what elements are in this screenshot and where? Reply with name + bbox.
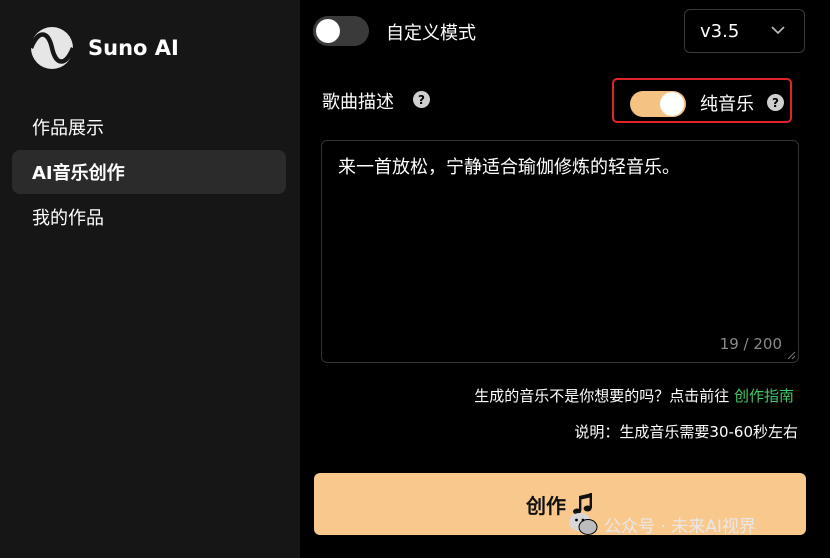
svg-text:?: ?: [418, 93, 425, 107]
char-counter: 19 / 200: [719, 335, 782, 353]
pure-music-highlight: 纯音乐 ?: [612, 78, 792, 123]
version-select[interactable]: v3.5: [684, 9, 805, 53]
custom-mode-label: 自定义模式: [386, 23, 476, 44]
toggle-knob: [660, 92, 684, 116]
sidebar-item-my-works[interactable]: 我的作品: [12, 195, 286, 239]
create-label: 创作: [526, 493, 566, 518]
help-icon[interactable]: ?: [413, 91, 430, 108]
generation-note: 说明：生成音乐需要30-60秒左右: [574, 423, 798, 441]
version-value: v3.5: [700, 20, 740, 42]
resize-handle-icon[interactable]: [787, 351, 796, 360]
description-label: 歌曲描述: [322, 92, 394, 113]
sidebar: Suno AI 作品展示 AI音乐创作 我的作品: [0, 0, 300, 558]
suno-logo-icon: [30, 27, 74, 69]
prompt-text: 来一首放松，宁静适合瑜伽修炼的轻音乐。: [338, 157, 680, 178]
wechat-icon: [569, 513, 598, 535]
pure-music-label: 纯音乐: [700, 94, 754, 115]
hint-text: 生成的音乐不是你想要的吗？点击前往: [474, 387, 734, 405]
guide-hint: 生成的音乐不是你想要的吗？点击前往 创作指南: [474, 385, 794, 406]
sidebar-item-ai-music-create[interactable]: AI音乐创作: [12, 150, 286, 194]
custom-mode-toggle[interactable]: [313, 16, 369, 46]
creation-guide-link[interactable]: 创作指南: [734, 387, 794, 405]
help-icon[interactable]: ?: [767, 94, 784, 111]
toggle-knob: [316, 19, 340, 43]
song-description-input[interactable]: 来一首放松，宁静适合瑜伽修炼的轻音乐。 19 / 200: [321, 140, 799, 363]
watermark-text: 公众号 · 未来AI视界: [604, 516, 756, 537]
main-panel: 自定义模式 v3.5 歌曲描述 ? 纯音乐 ? 来一首放松，宁静适合瑜伽修炼的轻…: [300, 0, 830, 558]
brand-name: Suno AI: [88, 36, 179, 60]
svg-text:?: ?: [772, 96, 779, 110]
pure-music-toggle[interactable]: [630, 91, 686, 117]
sidebar-item-showcase[interactable]: 作品展示: [12, 105, 286, 149]
brand[interactable]: Suno AI: [30, 26, 179, 70]
chevron-down-icon: [771, 26, 785, 35]
watermark: 公众号 · 未来AI视界: [568, 511, 756, 537]
